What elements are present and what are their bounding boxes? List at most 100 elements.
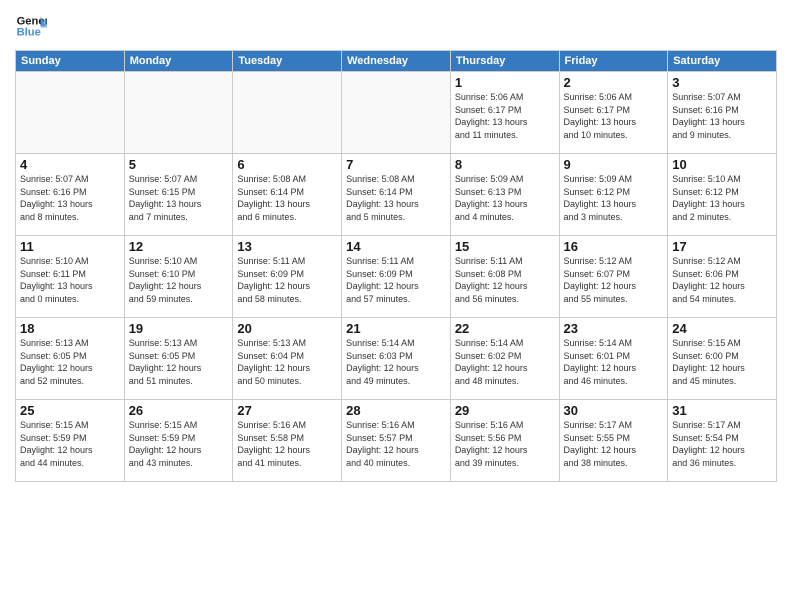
- day-cell: 2Sunrise: 5:06 AM Sunset: 6:17 PM Daylig…: [559, 72, 668, 154]
- day-cell: 9Sunrise: 5:09 AM Sunset: 6:12 PM Daylig…: [559, 154, 668, 236]
- day-number: 28: [346, 403, 446, 418]
- logo-icon: General Blue: [15, 10, 47, 42]
- day-number: 5: [129, 157, 229, 172]
- col-header-saturday: Saturday: [668, 51, 777, 72]
- day-cell: 15Sunrise: 5:11 AM Sunset: 6:08 PM Dayli…: [450, 236, 559, 318]
- day-info: Sunrise: 5:08 AM Sunset: 6:14 PM Dayligh…: [237, 173, 337, 223]
- day-number: 30: [564, 403, 664, 418]
- day-cell: 4Sunrise: 5:07 AM Sunset: 6:16 PM Daylig…: [16, 154, 125, 236]
- day-cell: 7Sunrise: 5:08 AM Sunset: 6:14 PM Daylig…: [342, 154, 451, 236]
- week-row-2: 11Sunrise: 5:10 AM Sunset: 6:11 PM Dayli…: [16, 236, 777, 318]
- day-info: Sunrise: 5:11 AM Sunset: 6:08 PM Dayligh…: [455, 255, 555, 305]
- day-info: Sunrise: 5:15 AM Sunset: 5:59 PM Dayligh…: [20, 419, 120, 469]
- week-row-4: 25Sunrise: 5:15 AM Sunset: 5:59 PM Dayli…: [16, 400, 777, 482]
- day-cell: 29Sunrise: 5:16 AM Sunset: 5:56 PM Dayli…: [450, 400, 559, 482]
- day-number: 29: [455, 403, 555, 418]
- day-cell: 19Sunrise: 5:13 AM Sunset: 6:05 PM Dayli…: [124, 318, 233, 400]
- col-header-monday: Monday: [124, 51, 233, 72]
- day-cell: 14Sunrise: 5:11 AM Sunset: 6:09 PM Dayli…: [342, 236, 451, 318]
- page-header: General Blue: [15, 10, 777, 42]
- day-info: Sunrise: 5:15 AM Sunset: 6:00 PM Dayligh…: [672, 337, 772, 387]
- day-number: 26: [129, 403, 229, 418]
- day-info: Sunrise: 5:07 AM Sunset: 6:16 PM Dayligh…: [672, 91, 772, 141]
- day-info: Sunrise: 5:07 AM Sunset: 6:16 PM Dayligh…: [20, 173, 120, 223]
- day-info: Sunrise: 5:16 AM Sunset: 5:56 PM Dayligh…: [455, 419, 555, 469]
- svg-text:Blue: Blue: [17, 27, 41, 39]
- day-info: Sunrise: 5:17 AM Sunset: 5:55 PM Dayligh…: [564, 419, 664, 469]
- day-cell: 21Sunrise: 5:14 AM Sunset: 6:03 PM Dayli…: [342, 318, 451, 400]
- day-info: Sunrise: 5:13 AM Sunset: 6:04 PM Dayligh…: [237, 337, 337, 387]
- day-cell: 20Sunrise: 5:13 AM Sunset: 6:04 PM Dayli…: [233, 318, 342, 400]
- day-cell: 1Sunrise: 5:06 AM Sunset: 6:17 PM Daylig…: [450, 72, 559, 154]
- day-number: 11: [20, 239, 120, 254]
- day-cell: 22Sunrise: 5:14 AM Sunset: 6:02 PM Dayli…: [450, 318, 559, 400]
- day-cell: 30Sunrise: 5:17 AM Sunset: 5:55 PM Dayli…: [559, 400, 668, 482]
- day-cell: 10Sunrise: 5:10 AM Sunset: 6:12 PM Dayli…: [668, 154, 777, 236]
- day-info: Sunrise: 5:10 AM Sunset: 6:11 PM Dayligh…: [20, 255, 120, 305]
- day-number: 22: [455, 321, 555, 336]
- day-cell: 12Sunrise: 5:10 AM Sunset: 6:10 PM Dayli…: [124, 236, 233, 318]
- day-info: Sunrise: 5:09 AM Sunset: 6:12 PM Dayligh…: [564, 173, 664, 223]
- day-cell: 16Sunrise: 5:12 AM Sunset: 6:07 PM Dayli…: [559, 236, 668, 318]
- day-number: 7: [346, 157, 446, 172]
- col-header-friday: Friday: [559, 51, 668, 72]
- day-info: Sunrise: 5:11 AM Sunset: 6:09 PM Dayligh…: [237, 255, 337, 305]
- day-info: Sunrise: 5:14 AM Sunset: 6:02 PM Dayligh…: [455, 337, 555, 387]
- day-number: 16: [564, 239, 664, 254]
- day-number: 3: [672, 75, 772, 90]
- day-number: 24: [672, 321, 772, 336]
- day-info: Sunrise: 5:07 AM Sunset: 6:15 PM Dayligh…: [129, 173, 229, 223]
- col-header-wednesday: Wednesday: [342, 51, 451, 72]
- day-info: Sunrise: 5:10 AM Sunset: 6:12 PM Dayligh…: [672, 173, 772, 223]
- day-number: 25: [20, 403, 120, 418]
- day-cell: 8Sunrise: 5:09 AM Sunset: 6:13 PM Daylig…: [450, 154, 559, 236]
- day-number: 27: [237, 403, 337, 418]
- day-number: 15: [455, 239, 555, 254]
- day-cell: 31Sunrise: 5:17 AM Sunset: 5:54 PM Dayli…: [668, 400, 777, 482]
- day-number: 12: [129, 239, 229, 254]
- day-cell: 3Sunrise: 5:07 AM Sunset: 6:16 PM Daylig…: [668, 72, 777, 154]
- week-row-3: 18Sunrise: 5:13 AM Sunset: 6:05 PM Dayli…: [16, 318, 777, 400]
- week-row-0: 1Sunrise: 5:06 AM Sunset: 6:17 PM Daylig…: [16, 72, 777, 154]
- day-number: 4: [20, 157, 120, 172]
- col-header-sunday: Sunday: [16, 51, 125, 72]
- day-cell: 11Sunrise: 5:10 AM Sunset: 6:11 PM Dayli…: [16, 236, 125, 318]
- day-info: Sunrise: 5:06 AM Sunset: 6:17 PM Dayligh…: [455, 91, 555, 141]
- logo: General Blue: [15, 10, 49, 42]
- day-info: Sunrise: 5:08 AM Sunset: 6:14 PM Dayligh…: [346, 173, 446, 223]
- day-info: Sunrise: 5:06 AM Sunset: 6:17 PM Dayligh…: [564, 91, 664, 141]
- day-number: 6: [237, 157, 337, 172]
- week-row-1: 4Sunrise: 5:07 AM Sunset: 6:16 PM Daylig…: [16, 154, 777, 236]
- day-cell: [233, 72, 342, 154]
- day-cell: 18Sunrise: 5:13 AM Sunset: 6:05 PM Dayli…: [16, 318, 125, 400]
- day-number: 13: [237, 239, 337, 254]
- col-header-thursday: Thursday: [450, 51, 559, 72]
- day-number: 17: [672, 239, 772, 254]
- day-number: 21: [346, 321, 446, 336]
- day-number: 2: [564, 75, 664, 90]
- day-number: 10: [672, 157, 772, 172]
- day-cell: 23Sunrise: 5:14 AM Sunset: 6:01 PM Dayli…: [559, 318, 668, 400]
- day-cell: 17Sunrise: 5:12 AM Sunset: 6:06 PM Dayli…: [668, 236, 777, 318]
- day-info: Sunrise: 5:09 AM Sunset: 6:13 PM Dayligh…: [455, 173, 555, 223]
- day-number: 14: [346, 239, 446, 254]
- day-number: 20: [237, 321, 337, 336]
- day-info: Sunrise: 5:12 AM Sunset: 6:07 PM Dayligh…: [564, 255, 664, 305]
- day-number: 23: [564, 321, 664, 336]
- day-cell: 26Sunrise: 5:15 AM Sunset: 5:59 PM Dayli…: [124, 400, 233, 482]
- calendar-table: SundayMondayTuesdayWednesdayThursdayFrid…: [15, 50, 777, 482]
- day-cell: [342, 72, 451, 154]
- day-info: Sunrise: 5:16 AM Sunset: 5:58 PM Dayligh…: [237, 419, 337, 469]
- day-info: Sunrise: 5:16 AM Sunset: 5:57 PM Dayligh…: [346, 419, 446, 469]
- day-number: 18: [20, 321, 120, 336]
- day-cell: [124, 72, 233, 154]
- day-cell: 24Sunrise: 5:15 AM Sunset: 6:00 PM Dayli…: [668, 318, 777, 400]
- calendar-body: 1Sunrise: 5:06 AM Sunset: 6:17 PM Daylig…: [16, 72, 777, 482]
- day-cell: 28Sunrise: 5:16 AM Sunset: 5:57 PM Dayli…: [342, 400, 451, 482]
- day-info: Sunrise: 5:17 AM Sunset: 5:54 PM Dayligh…: [672, 419, 772, 469]
- day-info: Sunrise: 5:13 AM Sunset: 6:05 PM Dayligh…: [20, 337, 120, 387]
- day-number: 9: [564, 157, 664, 172]
- day-info: Sunrise: 5:13 AM Sunset: 6:05 PM Dayligh…: [129, 337, 229, 387]
- day-info: Sunrise: 5:15 AM Sunset: 5:59 PM Dayligh…: [129, 419, 229, 469]
- day-number: 8: [455, 157, 555, 172]
